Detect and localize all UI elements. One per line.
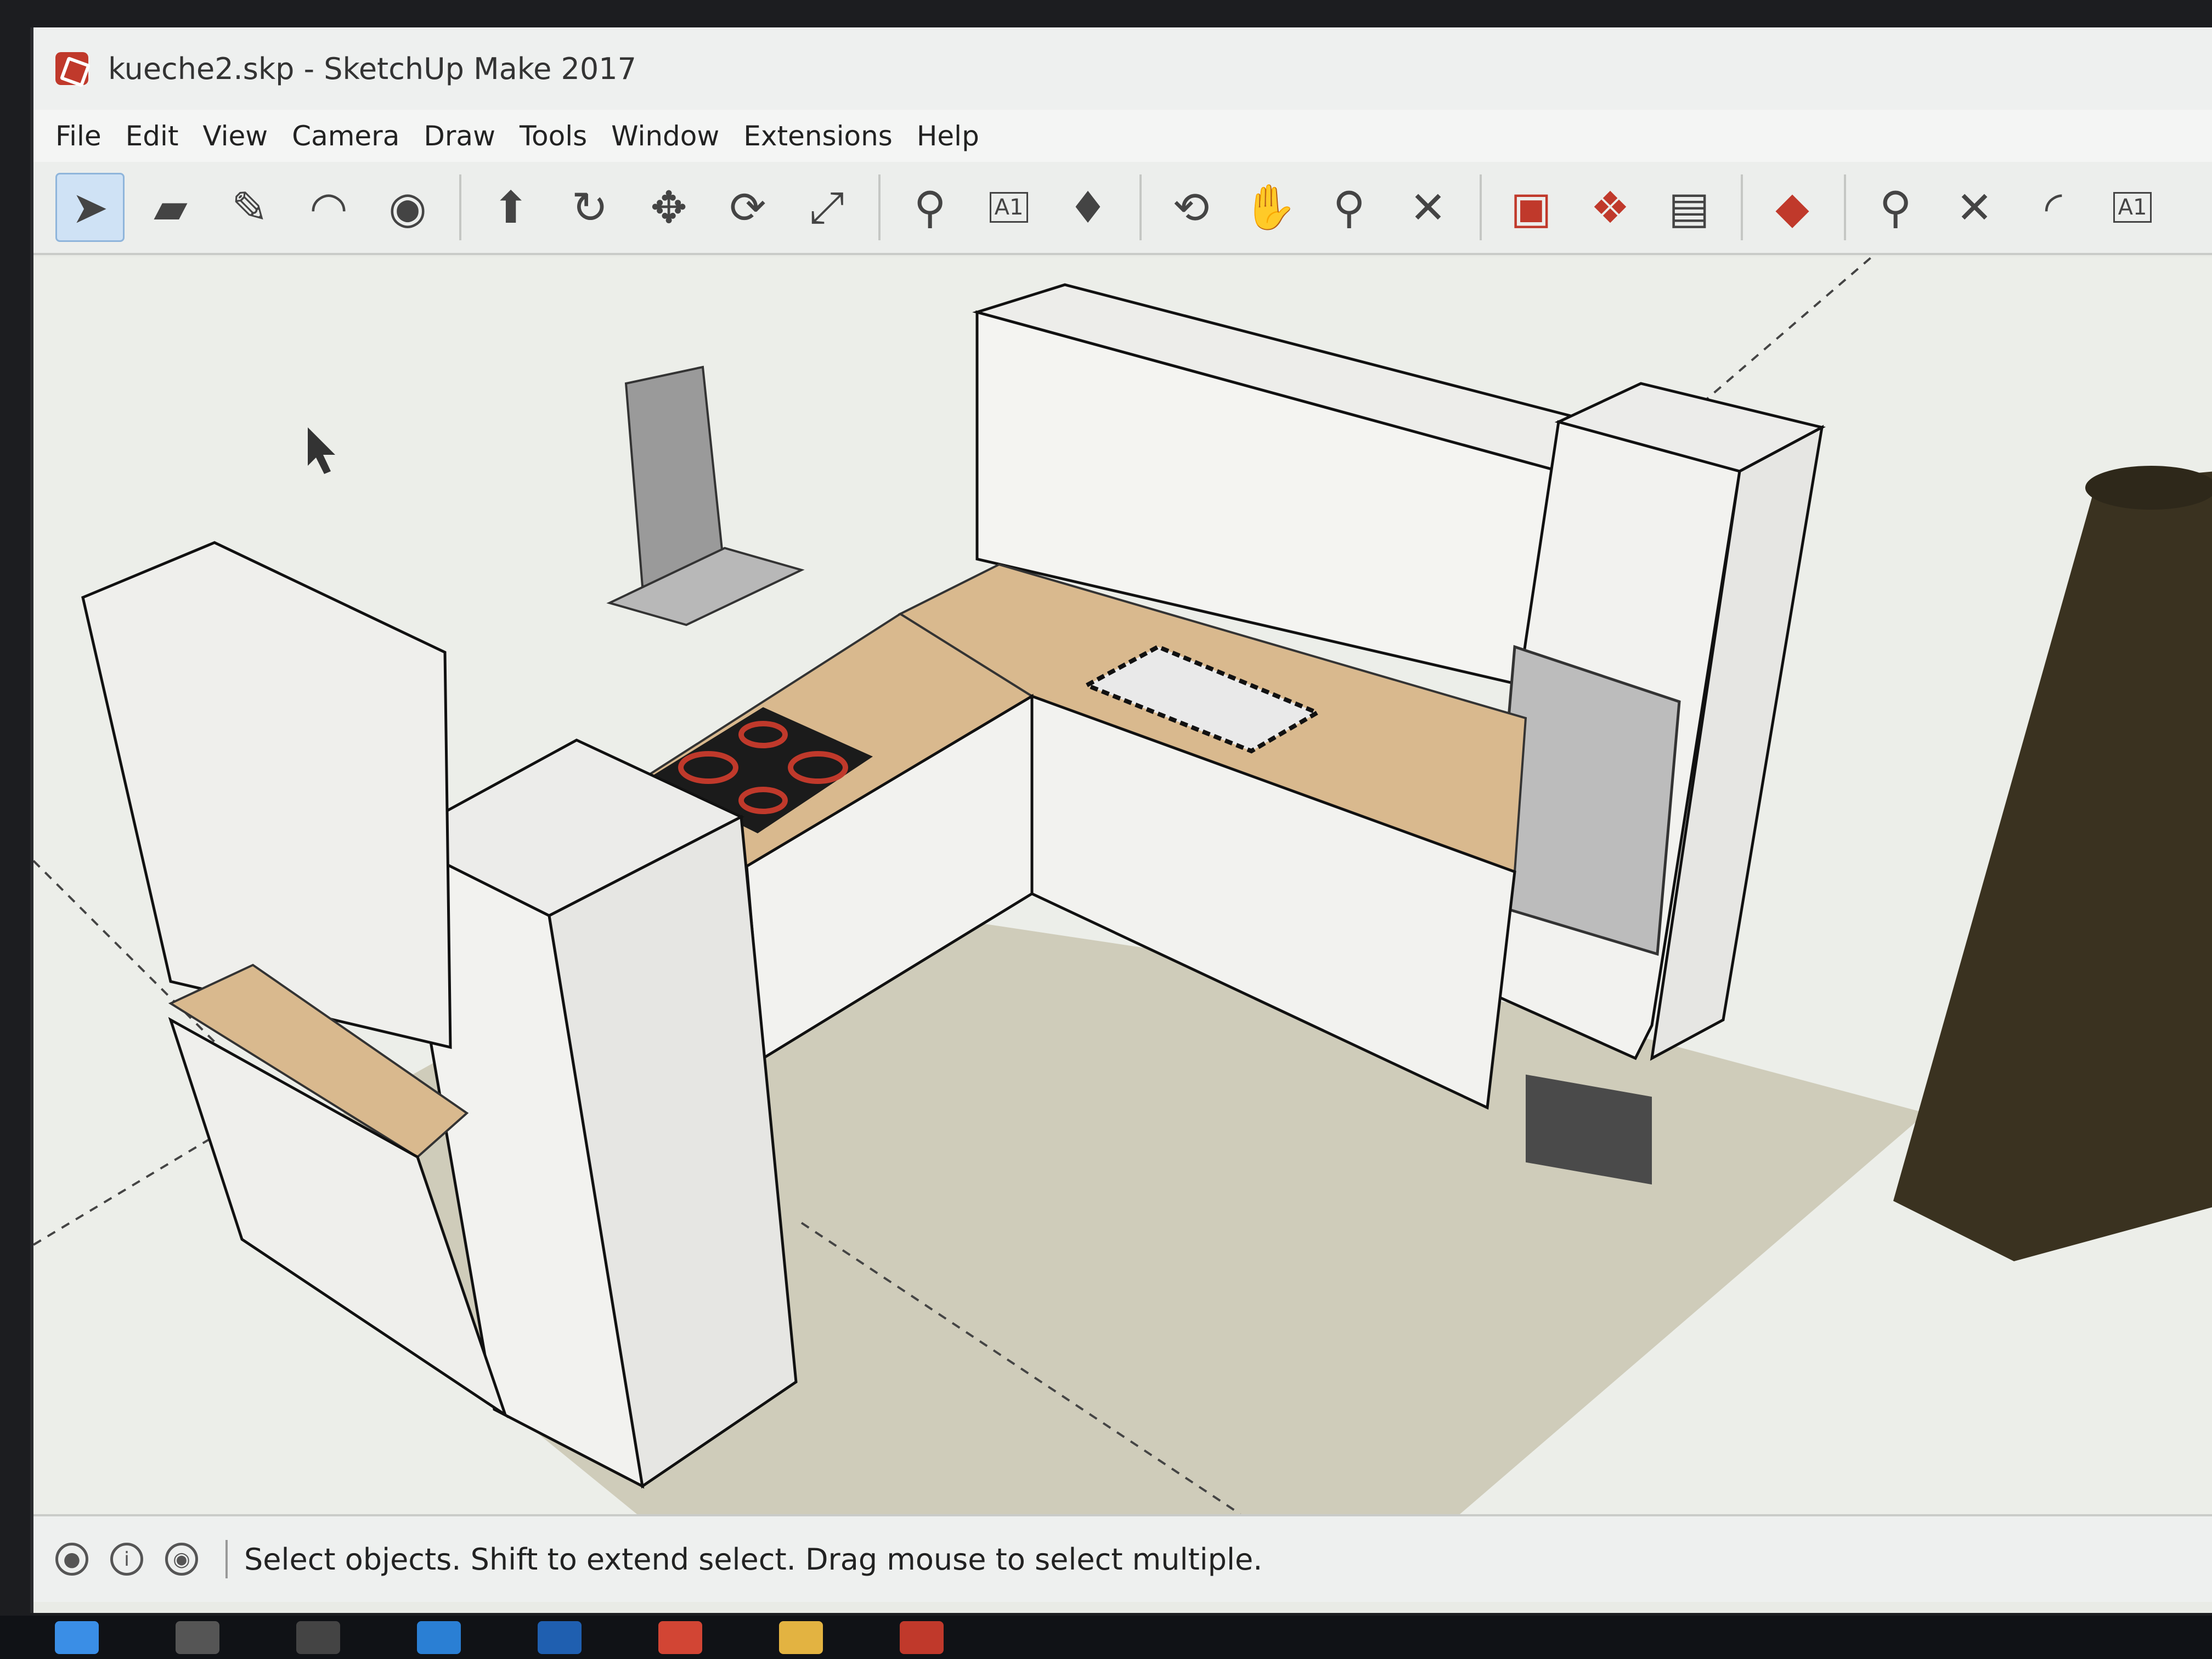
info-icon[interactable]: i (110, 1543, 143, 1576)
text-tool-label: A1 (989, 192, 1029, 223)
move-tool-icon[interactable]: ✥ (636, 174, 702, 240)
arc-tool-icon[interactable]: ◠ (296, 174, 362, 240)
chrome-icon[interactable] (658, 1621, 702, 1654)
title-bar: kueche2.skp - SketchUp Make 2017 (33, 27, 2212, 110)
window-title: kueche2.skp - SketchUp Make 2017 (108, 51, 636, 86)
zoom-tool-icon[interactable]: ⚲ (1316, 174, 1382, 240)
task-view-icon[interactable] (296, 1621, 340, 1654)
menu-draw[interactable]: Draw (424, 120, 495, 152)
extension-ruby-icon[interactable]: ◆ (1759, 174, 1825, 240)
menu-tools[interactable]: Tools (520, 120, 587, 152)
kitchen-model (33, 257, 2212, 1514)
push-pull-tool-icon[interactable]: ⬆ (478, 174, 544, 240)
menu-window[interactable]: Window (611, 120, 719, 152)
mouse-cursor-icon (308, 427, 335, 474)
text-tool-icon[interactable]: A1 (976, 174, 1042, 240)
menu-extensions[interactable]: Extensions (743, 120, 893, 152)
toolbar-separator (459, 174, 461, 240)
text-label-2: A1 (2113, 192, 2152, 223)
range-hood-base (606, 546, 805, 627)
toolbar-separator (1741, 174, 1743, 240)
menu-edit[interactable]: Edit (126, 120, 179, 152)
zoom-extents-tool-icon[interactable]: ✕ (1395, 174, 1461, 240)
follow-me-tool-icon[interactable]: ↻ (557, 174, 623, 240)
status-separator (225, 1540, 228, 1578)
log-column-top (2085, 466, 2212, 510)
tape-measure-2-icon[interactable]: ⚲ (1863, 174, 1928, 240)
main-toolbar: ➤ ▰ ✎ ◠ ◉ ⬆ ↻ ✥ ⟳ ⤢ ⚲ A1 ♦ ⟲ ✋ ⚲ ✕ ▣ ❖ ▤… (33, 162, 2212, 255)
circle-tool-icon[interactable]: ◉ (375, 174, 441, 240)
tape-measure-tool-icon[interactable]: ⚲ (897, 174, 963, 240)
select-tool-icon[interactable]: ➤ (55, 173, 125, 242)
windows-taskbar (0, 1616, 2212, 1659)
toolbar-separator (1844, 174, 1846, 240)
3d-viewport[interactable] (33, 257, 2212, 1514)
status-message: Select objects. Shift to extend select. … (244, 1542, 1263, 1577)
dimension-tool-icon[interactable]: ✕ (1942, 174, 2007, 240)
toolbar-separator (878, 174, 881, 240)
layout-icon[interactable]: ▤ (1656, 174, 1722, 240)
warehouse-icon[interactable]: ▣ (1498, 174, 1564, 240)
components-icon[interactable]: ❖ (1577, 174, 1643, 240)
menu-view[interactable]: View (203, 120, 268, 152)
left-tall-unit (81, 541, 452, 1049)
sketchup-window: kueche2.skp - SketchUp Make 2017 File Ed… (30, 27, 2212, 1613)
status-bar: ● i ◉ Select objects. Shift to extend se… (33, 1514, 2212, 1602)
pencil-tool-icon[interactable]: ✎ (217, 174, 283, 240)
text-label-2-icon[interactable]: A1 (2100, 174, 2165, 240)
file-explorer-icon[interactable] (779, 1621, 823, 1654)
sketchup-taskbar-icon[interactable] (900, 1621, 944, 1654)
sketchup-logo-icon (55, 52, 88, 85)
range-hood-chimney (624, 365, 726, 588)
rotate-tool-icon[interactable]: ⟳ (715, 174, 781, 240)
user-account-icon[interactable]: ◉ (165, 1543, 198, 1576)
menu-bar: File Edit View Camera Draw Tools Window … (33, 110, 2212, 162)
scale-tool-icon[interactable]: ⤢ (794, 174, 860, 240)
orbit-tool-icon[interactable]: ⟲ (1158, 174, 1224, 240)
paint-bucket-tool-icon[interactable]: ♦ (1055, 174, 1121, 240)
edge-browser-icon[interactable] (417, 1621, 461, 1654)
outlook-icon[interactable] (538, 1621, 582, 1654)
protractor-tool-icon[interactable]: ◜ (2021, 174, 2086, 240)
windows-start-icon[interactable] (55, 1621, 99, 1654)
geo-location-icon[interactable]: ● (55, 1543, 88, 1576)
search-icon[interactable] (176, 1621, 219, 1654)
menu-camera[interactable]: Camera (292, 120, 399, 152)
log-column (1893, 471, 2212, 1261)
eraser-tool-icon[interactable]: ▰ (138, 174, 204, 240)
toolbar-separator (1139, 174, 1142, 240)
toolbar-separator (1480, 174, 1482, 240)
pan-tool-icon[interactable]: ✋ (1237, 174, 1303, 240)
menu-help[interactable]: Help (917, 120, 979, 152)
menu-file[interactable]: File (55, 120, 101, 152)
